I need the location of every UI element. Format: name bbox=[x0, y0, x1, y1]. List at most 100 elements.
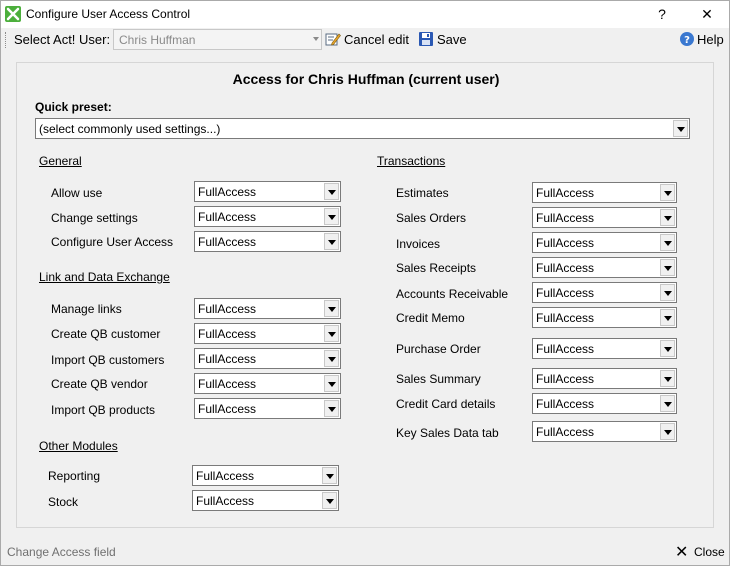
chevron-down-icon bbox=[660, 370, 675, 387]
edit-pencil-icon bbox=[325, 31, 341, 47]
user-select[interactable]: Chris Huffman bbox=[113, 29, 322, 50]
field-label-manage-links: Manage links bbox=[51, 302, 122, 316]
field-label-stock: Stock bbox=[48, 495, 79, 509]
access-select-allow-use[interactable]: FullAccess bbox=[194, 181, 341, 202]
field-label-estimates: Estimates bbox=[396, 186, 449, 200]
chevron-down-icon bbox=[660, 395, 675, 412]
title-close-button[interactable]: ✕ bbox=[694, 4, 720, 24]
chevron-down-icon bbox=[322, 467, 337, 484]
access-select-change-settings[interactable]: FullAccess bbox=[194, 206, 341, 227]
close-button[interactable]: ✕ Close bbox=[675, 543, 725, 561]
access-select-manage-links[interactable]: FullAccess bbox=[194, 298, 341, 319]
access-select-value: FullAccess bbox=[198, 235, 257, 249]
cancel-edit-button[interactable]: Cancel edit bbox=[324, 29, 414, 50]
chevron-down-icon bbox=[660, 284, 675, 301]
field-label-configure-user-access: Configure User Access bbox=[51, 235, 174, 249]
section-transactions-title: Transactions bbox=[377, 154, 446, 168]
field-label-credit-memo: Credit Memo bbox=[396, 311, 465, 325]
access-select-value: FullAccess bbox=[198, 302, 257, 316]
access-select-value: FullAccess bbox=[198, 327, 257, 341]
field-label-create-qb-vendor: Create QB vendor bbox=[51, 377, 148, 391]
help-label: Help bbox=[697, 32, 724, 47]
close-label: Close bbox=[694, 545, 725, 559]
access-select-sales-orders[interactable]: FullAccess bbox=[532, 207, 677, 228]
access-select-sales-receipts[interactable]: FullAccess bbox=[532, 257, 677, 278]
access-select-value: FullAccess bbox=[536, 425, 595, 439]
section-other-title: Other Modules bbox=[39, 439, 118, 453]
access-select-import-qb-customers[interactable]: FullAccess bbox=[194, 348, 341, 369]
access-select-value: FullAccess bbox=[198, 210, 257, 224]
user-select-value: Chris Huffman bbox=[119, 33, 196, 47]
window-title: Configure User Access Control bbox=[26, 7, 191, 21]
page-title: Access for Chris Huffman (current user) bbox=[232, 71, 500, 87]
section-link-title: Link and Data Exchange bbox=[39, 270, 170, 284]
access-select-value: FullAccess bbox=[196, 494, 255, 508]
access-select-key-sales-data-tab[interactable]: FullAccess bbox=[532, 421, 677, 442]
field-label-import-qb-products: Import QB products bbox=[51, 403, 156, 417]
access-select-value: FullAccess bbox=[536, 286, 595, 300]
chevron-down-icon bbox=[322, 492, 337, 509]
chevron-down-icon bbox=[324, 350, 339, 367]
access-select-import-qb-products[interactable]: FullAccess bbox=[194, 398, 341, 419]
field-label-sales-receipts: Sales Receipts bbox=[396, 261, 477, 275]
chevron-down-icon bbox=[673, 120, 688, 137]
access-select-purchase-order[interactable]: FullAccess bbox=[532, 338, 677, 359]
field-label-accounts-receivable: Accounts Receivable bbox=[396, 287, 509, 301]
quick-preset-value: (select commonly used settings...) bbox=[39, 122, 221, 136]
toolbar: Select Act! User: Chris Huffman Cancel e… bbox=[1, 28, 729, 52]
chevron-down-icon bbox=[324, 208, 339, 225]
access-select-value: FullAccess bbox=[536, 261, 595, 275]
access-select-estimates[interactable]: FullAccess bbox=[532, 182, 677, 203]
access-select-value: FullAccess bbox=[536, 236, 595, 250]
chevron-down-icon bbox=[660, 209, 675, 226]
access-select-credit-memo[interactable]: FullAccess bbox=[532, 307, 677, 328]
select-user-label: Select Act! User: bbox=[14, 32, 111, 47]
field-label-sales-summary: Sales Summary bbox=[396, 372, 481, 386]
access-select-credit-card-details[interactable]: FullAccess bbox=[532, 393, 677, 414]
field-label-create-qb-customer: Create QB customer bbox=[51, 327, 161, 341]
access-select-value: FullAccess bbox=[198, 402, 257, 416]
access-select-value: FullAccess bbox=[196, 469, 255, 483]
access-settings-panel: Access for Chris Huffman (current user) … bbox=[16, 62, 714, 528]
access-select-value: FullAccess bbox=[536, 397, 595, 411]
access-select-accounts-receivable[interactable]: FullAccess bbox=[532, 282, 677, 303]
field-label-allow-use: Allow use bbox=[51, 186, 103, 200]
chevron-down-icon bbox=[660, 184, 675, 201]
access-select-configure-user-access[interactable]: FullAccess bbox=[194, 231, 341, 252]
access-select-invoices[interactable]: FullAccess bbox=[532, 232, 677, 253]
close-icon: ✕ bbox=[675, 544, 689, 561]
chevron-down-icon bbox=[660, 259, 675, 276]
title-bar: Configure User Access Control ? ✕ bbox=[1, 1, 729, 28]
access-select-value: FullAccess bbox=[536, 372, 595, 386]
chevron-down-icon bbox=[313, 37, 319, 41]
field-label-invoices: Invoices bbox=[396, 237, 441, 251]
access-select-value: FullAccess bbox=[536, 311, 595, 325]
field-label-purchase-order: Purchase Order bbox=[396, 342, 481, 356]
access-select-create-qb-vendor[interactable]: FullAccess bbox=[194, 373, 341, 394]
quick-preset-select[interactable]: (select commonly used settings...) bbox=[35, 118, 690, 139]
access-select-reporting[interactable]: FullAccess bbox=[192, 465, 339, 486]
chevron-down-icon bbox=[324, 233, 339, 250]
access-select-value: FullAccess bbox=[536, 342, 595, 356]
save-disk-icon bbox=[418, 31, 434, 47]
help-button[interactable]: ? Help bbox=[678, 29, 726, 50]
section-general-title: General bbox=[39, 154, 82, 168]
chevron-down-icon bbox=[660, 309, 675, 326]
access-select-sales-summary[interactable]: FullAccess bbox=[532, 368, 677, 389]
toolbar-grip[interactable] bbox=[5, 32, 8, 48]
chevron-down-icon bbox=[660, 234, 675, 251]
access-select-stock[interactable]: FullAccess bbox=[192, 490, 339, 511]
chevron-down-icon bbox=[660, 340, 675, 357]
status-bar: Change Access field ✕ Close bbox=[1, 539, 729, 565]
help-circle-icon: ? bbox=[679, 31, 695, 47]
field-label-key-sales-data-tab: Key Sales Data tab bbox=[396, 426, 499, 440]
chevron-down-icon bbox=[324, 375, 339, 392]
title-help-button[interactable]: ? bbox=[649, 4, 675, 24]
cancel-edit-label: Cancel edit bbox=[344, 32, 410, 47]
quick-preset-label: Quick preset: bbox=[35, 100, 112, 114]
configure-user-access-window: Configure User Access Control ? ✕ Select… bbox=[0, 0, 730, 566]
field-label-import-qb-customers: Import QB customers bbox=[51, 353, 165, 367]
app-logo-icon bbox=[5, 6, 21, 22]
access-select-create-qb-customer[interactable]: FullAccess bbox=[194, 323, 341, 344]
save-button[interactable]: Save bbox=[417, 29, 469, 50]
